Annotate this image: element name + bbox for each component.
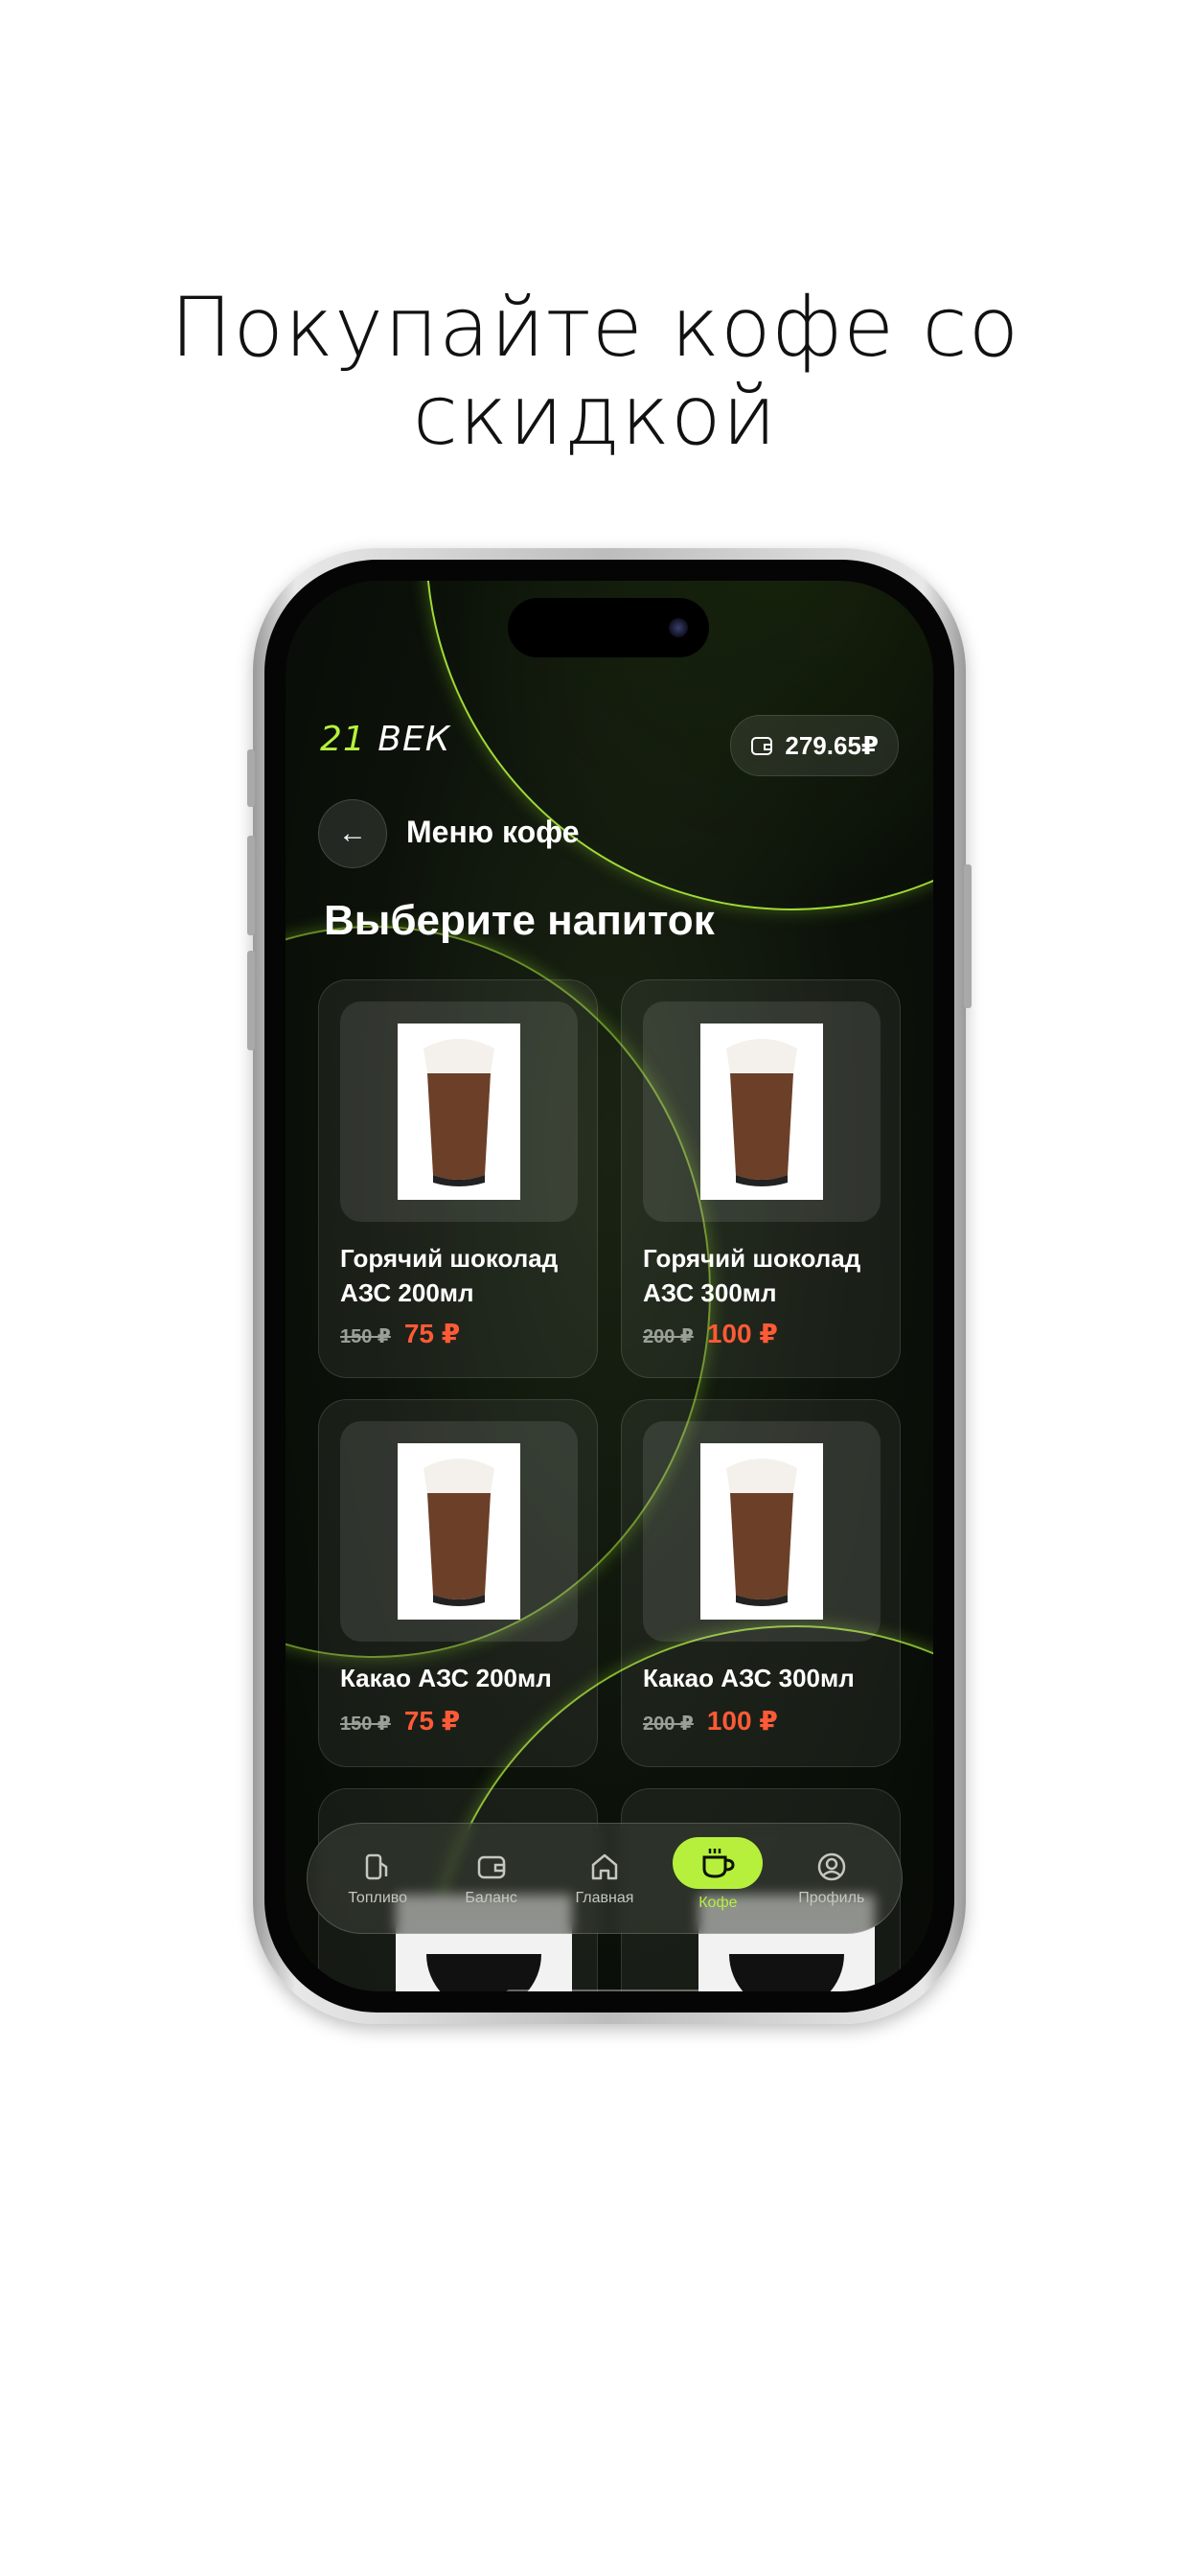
logo-word: ВЕК bbox=[378, 720, 451, 759]
volume-up-button bbox=[247, 836, 255, 935]
tab-label: Кофе bbox=[698, 1895, 738, 1911]
tab-coffee[interactable]: Кофе bbox=[668, 1837, 767, 1912]
discount-price: 100 ₽ bbox=[706, 1706, 778, 1736]
coffee-cup-icon bbox=[673, 1837, 764, 1889]
section-title: Выберите напиток bbox=[324, 897, 715, 944]
product-image bbox=[643, 1421, 881, 1642]
tab-label: Баланс bbox=[465, 1890, 517, 1906]
headline-line-1: Покупайте кофе со bbox=[170, 280, 1020, 376]
tab-label: Топливо bbox=[348, 1890, 407, 1906]
power-button bbox=[964, 864, 972, 1008]
price-row: 150 ₽ 75 ₽ bbox=[340, 1705, 460, 1736]
tab-label: Главная bbox=[575, 1890, 634, 1906]
cocoa-glass-icon bbox=[423, 1459, 494, 1606]
discount-price: 100 ₽ bbox=[706, 1319, 778, 1348]
home-icon bbox=[585, 1850, 624, 1884]
wallet-icon bbox=[751, 737, 773, 755]
discount-price: 75 ₽ bbox=[403, 1706, 461, 1736]
fuel-icon bbox=[358, 1850, 397, 1884]
phone-mockup: 21 ВЕК 279.65₽ ← Меню кофе Выберите напи… bbox=[247, 548, 972, 2024]
product-card[interactable]: Какао АЗС 200мл 150 ₽ 75 ₽ bbox=[318, 1399, 598, 1767]
promo-headline: Покупайте кофе со скидкой bbox=[0, 284, 1190, 460]
coffee-cup-image bbox=[729, 1954, 844, 1991]
old-price: 200 ₽ bbox=[643, 1714, 694, 1735]
product-image bbox=[340, 1421, 578, 1642]
bottom-tab-bar: Топливо Баланс Главная Кофе Профиль bbox=[307, 1823, 903, 1934]
hot-chocolate-glass-icon bbox=[423, 1039, 494, 1186]
wallet-icon bbox=[472, 1850, 511, 1884]
arrow-left-icon: ← bbox=[338, 817, 367, 849]
balance-button[interactable]: 279.65₽ bbox=[730, 715, 899, 776]
tab-label: Профиль bbox=[798, 1890, 865, 1906]
brand-logo: 21 ВЕК bbox=[320, 720, 450, 759]
mute-switch bbox=[247, 749, 255, 807]
tab-fuel[interactable]: Топливо bbox=[328, 1850, 427, 1907]
headline-line-2: скидкой bbox=[412, 368, 778, 464]
product-name: Горячий шоколад АЗС 300мл bbox=[643, 1244, 861, 1307]
home-indicator[interactable] bbox=[506, 1990, 736, 1991]
cocoa-glass-icon bbox=[726, 1459, 797, 1606]
hot-chocolate-glass-icon bbox=[726, 1039, 797, 1186]
dynamic-island bbox=[508, 598, 709, 657]
product-image bbox=[340, 1001, 578, 1222]
tab-profile[interactable]: Профиль bbox=[782, 1850, 881, 1907]
tab-home[interactable]: Главная bbox=[555, 1850, 654, 1907]
old-price: 150 ₽ bbox=[340, 1326, 391, 1347]
product-image bbox=[643, 1001, 881, 1222]
tab-balance[interactable]: Баланс bbox=[442, 1850, 541, 1907]
balance-amount: 279.65₽ bbox=[785, 730, 879, 760]
logo-number: 21 bbox=[320, 720, 366, 759]
product-name: Какао АЗС 300мл bbox=[643, 1664, 855, 1692]
volume-down-button bbox=[247, 951, 255, 1050]
product-card[interactable]: Горячий шоколад АЗС 200мл 150 ₽ 75 ₽ bbox=[318, 979, 598, 1378]
price-row: 200 ₽ 100 ₽ bbox=[643, 1318, 778, 1349]
coffee-cup-image bbox=[426, 1954, 541, 1991]
back-button[interactable]: ← bbox=[318, 799, 387, 868]
old-price: 200 ₽ bbox=[643, 1326, 694, 1347]
old-price: 150 ₽ bbox=[340, 1714, 391, 1735]
product-card[interactable]: Горячий шоколад АЗС 300мл 200 ₽ 100 ₽ bbox=[621, 979, 901, 1378]
front-camera-icon bbox=[669, 618, 688, 637]
profile-icon bbox=[812, 1850, 851, 1884]
product-name: Горячий шоколад АЗС 200мл bbox=[340, 1244, 559, 1307]
discount-price: 75 ₽ bbox=[403, 1319, 461, 1348]
app-screen: 21 ВЕК 279.65₽ ← Меню кофе Выберите напи… bbox=[286, 581, 933, 1991]
phone-bezel: 21 ВЕК 279.65₽ ← Меню кофе Выберите напи… bbox=[264, 560, 954, 2012]
product-name: Какао АЗС 200мл bbox=[340, 1664, 552, 1692]
price-row: 200 ₽ 100 ₽ bbox=[643, 1705, 778, 1736]
price-row: 150 ₽ 75 ₽ bbox=[340, 1318, 460, 1349]
screen-title: Меню кофе bbox=[406, 815, 580, 849]
product-card[interactable]: Какао АЗС 300мл 200 ₽ 100 ₽ bbox=[621, 1399, 901, 1767]
